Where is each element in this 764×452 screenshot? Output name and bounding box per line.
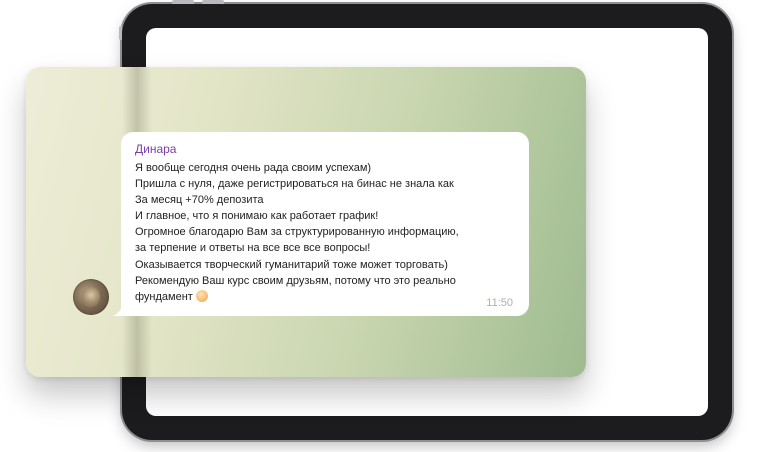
message-line-last: фундамент	[135, 289, 520, 305]
tablet-top-button	[172, 0, 194, 4]
message-line: фундамент	[135, 290, 193, 303]
message-line: Пришла с нуля, даже регистрироваться на …	[135, 178, 454, 191]
message-line: Огромное благодарю Вам за структурирован…	[135, 226, 459, 239]
message-line: Оказывается творческий гуманитарий тоже …	[135, 258, 448, 271]
tablet-top-button	[202, 0, 224, 4]
avatar-photo	[82, 287, 100, 307]
message-bubble[interactable]: Динара Я вообще сегодня очень рада своим…	[113, 132, 529, 316]
chat-screenshot-card: Динара Я вообще сегодня очень рада своим…	[26, 67, 586, 377]
message-text: Я вообще сегодня очень рада своим успеха…	[135, 160, 520, 305]
sender-name[interactable]: Динара	[135, 142, 176, 157]
message-line: За месяц +70% депозита	[135, 194, 264, 207]
message-line: Рекомендую Ваш курс своим друзьям, потом…	[135, 274, 456, 287]
bubble-tail	[113, 304, 123, 316]
message-line: Я вообще сегодня очень рада своим успеха…	[135, 162, 372, 174]
ok-hand-emoji-icon	[195, 289, 208, 302]
message-line: И главное, что я понимаю как работает гр…	[135, 210, 379, 223]
tablet-side-button	[119, 26, 122, 40]
sender-avatar[interactable]	[73, 279, 109, 315]
message-time: 11:50	[486, 297, 513, 309]
message-line: за терпение и ответы на все все все вопр…	[135, 242, 371, 255]
